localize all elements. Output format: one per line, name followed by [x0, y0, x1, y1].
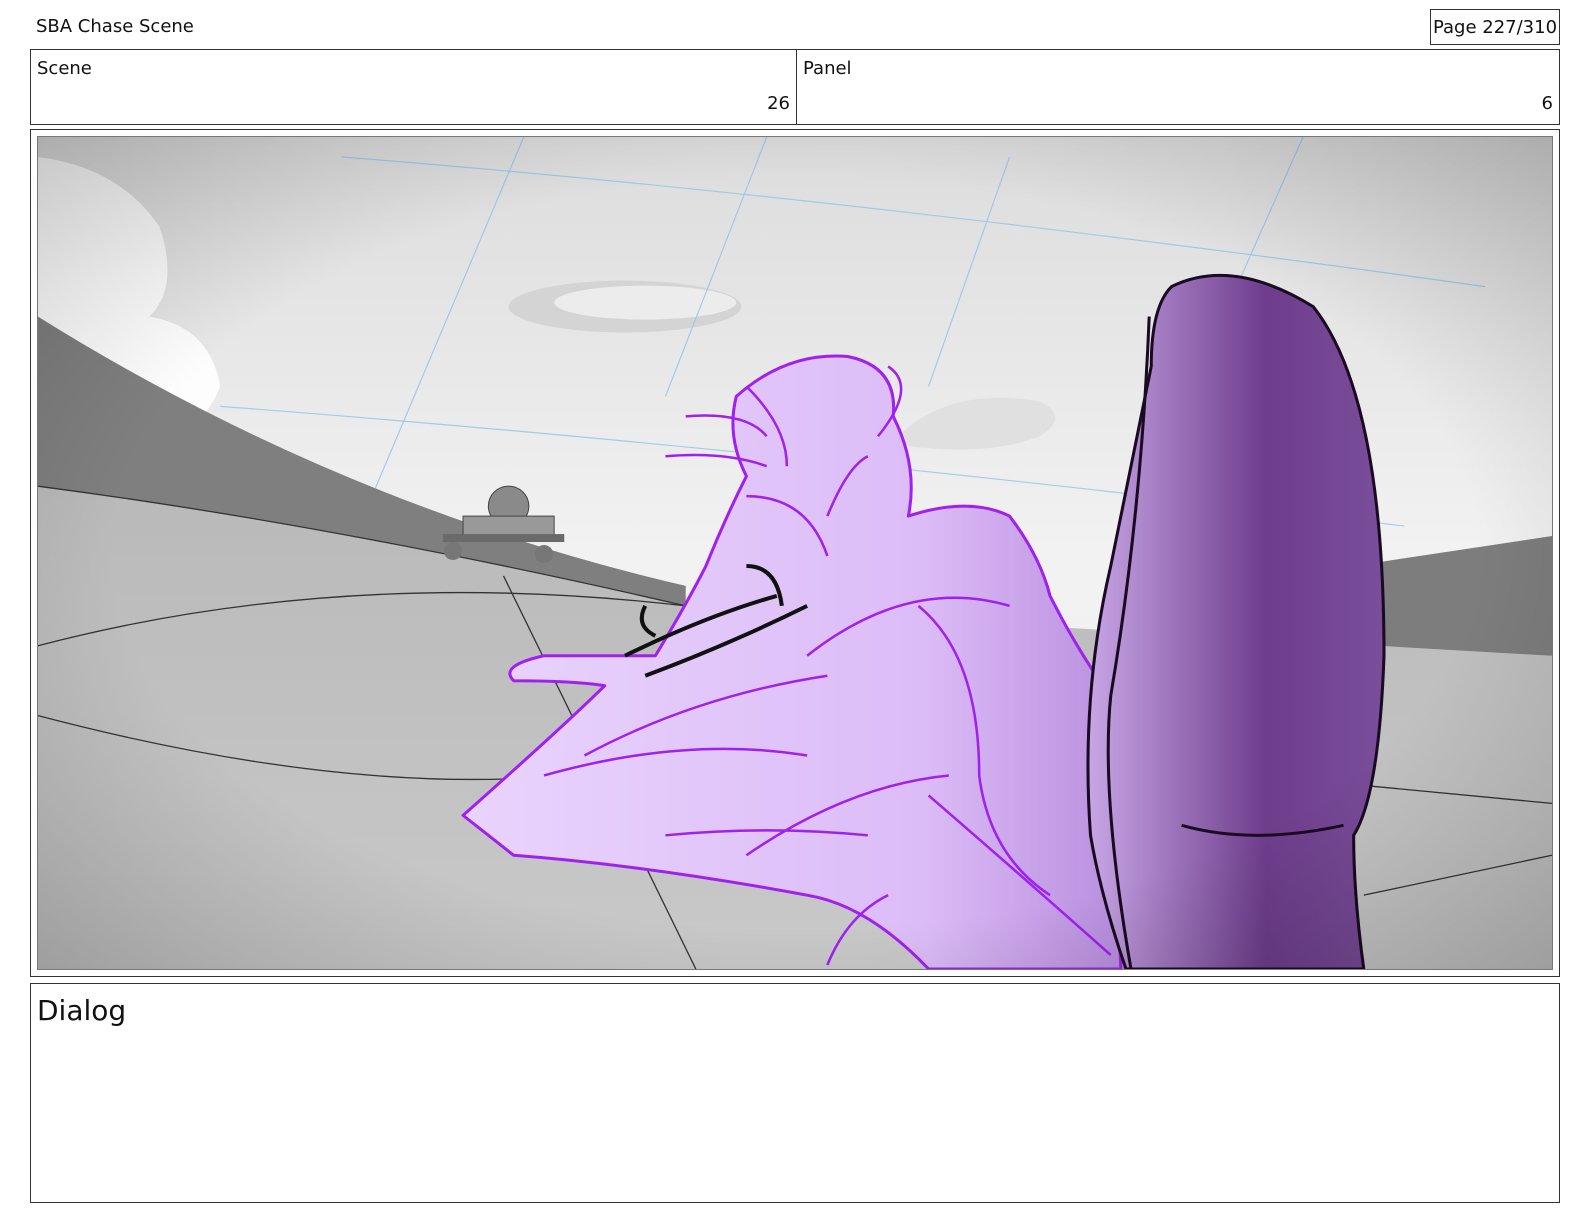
storyboard-frame — [30, 129, 1560, 977]
dialog-label: Dialog — [37, 994, 127, 1027]
panel-cell: Panel 6 — [797, 50, 1559, 124]
document-title: SBA Chase Scene — [36, 16, 194, 37]
panel-number: 6 — [1541, 93, 1553, 114]
panel-label: Panel — [803, 58, 852, 79]
scene-label: Scene — [37, 58, 92, 79]
dialog-box: Dialog — [30, 983, 1560, 1203]
scene-number: 26 — [767, 93, 790, 114]
page-indicator: Page 227/310 — [1430, 9, 1560, 45]
scene-cell: Scene 26 — [31, 50, 797, 124]
storyboard-image — [37, 136, 1553, 970]
storyboard-sketch — [38, 137, 1552, 969]
scene-panel-info: Scene 26 Panel 6 — [30, 49, 1560, 125]
